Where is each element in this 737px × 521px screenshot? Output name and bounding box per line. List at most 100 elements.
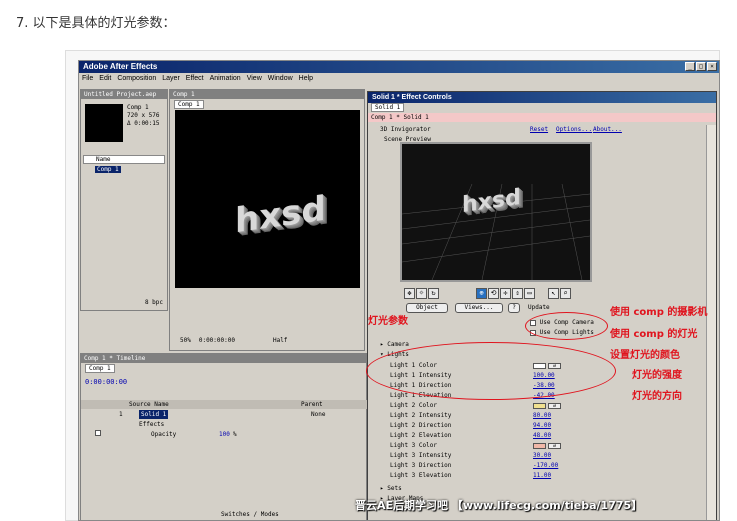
light-param-value[interactable]: 80.00 — [533, 411, 551, 421]
light-param-value[interactable]: 30.00 — [533, 451, 551, 461]
layer-name[interactable]: Solid 1 — [139, 410, 169, 419]
camera-group[interactable]: ▸ Camera — [368, 340, 409, 350]
light-param-row[interactable]: Light 2 Intensity 80.00 — [368, 411, 698, 421]
views-dropdown[interactable]: Views... — [455, 303, 503, 313]
camera-lights-ellipse — [525, 312, 608, 340]
effect-header-row: 3D Invigorator Reset Options... About... — [368, 125, 708, 135]
timeline-title: Comp 1 * Timeline — [81, 354, 366, 363]
color-swatch[interactable] — [533, 443, 546, 449]
resolution[interactable]: Half — [273, 336, 287, 346]
annotation-light-params: 灯光参数 — [368, 316, 408, 327]
arrow-tool-button[interactable]: ↖ — [548, 288, 559, 299]
sets-group[interactable]: ▸ Sets — [368, 484, 402, 494]
menubar: File Edit Composition Layer Effect Anima… — [79, 73, 719, 84]
comp-viewer[interactable]: hxsd — [175, 110, 360, 288]
col-parent[interactable]: Parent — [301, 400, 323, 409]
project-item-row[interactable]: Comp 1 — [83, 165, 165, 174]
menu-animation[interactable]: Animation — [210, 73, 241, 84]
frame-tool-button[interactable]: ▭ — [524, 288, 535, 299]
light-param-row[interactable]: Light 3 Direction -170.00 — [368, 461, 698, 471]
light-param-row[interactable]: Light 2 Color ⇄ — [368, 401, 698, 411]
zoom-level[interactable]: 50% — [180, 336, 191, 346]
comp-info: Comp 1 720 x 576 Δ 0:00:15 — [127, 104, 160, 128]
move-tool-button[interactable]: ✥ — [404, 288, 415, 299]
comp-thumbnail — [85, 104, 123, 142]
sun-tool-button[interactable]: ☼ — [416, 288, 427, 299]
options-link[interactable]: Options... — [556, 125, 592, 135]
app-window-buttons: _ □ × — [685, 62, 717, 71]
timeline-tab[interactable]: Comp 1 — [85, 364, 115, 373]
comp-panel-title: Comp 1 — [170, 90, 364, 99]
dolly-tool-button[interactable]: ⇕ — [512, 288, 523, 299]
app-title: Adobe After Effects — [83, 62, 158, 71]
color-swatch[interactable] — [533, 403, 546, 409]
light-param-row[interactable]: Light 3 Color ⇄ — [368, 441, 698, 451]
effect-controls-scrollbar[interactable] — [706, 125, 716, 520]
help-button[interactable]: ? — [508, 303, 520, 313]
comp-time[interactable]: 0:00:00:00 — [199, 336, 235, 346]
step-title: 7. 以下是具体的灯光参数： — [16, 16, 176, 31]
opacity-row[interactable]: Opacity 100 % — [81, 430, 368, 439]
opacity-label: Opacity — [151, 431, 177, 438]
object-dropdown[interactable]: Object — [406, 303, 448, 313]
after-effects-window: Adobe After Effects _ □ × File Edit Comp… — [78, 60, 720, 521]
eyedropper-icon[interactable]: ⇄ — [548, 443, 561, 449]
light-param-label: Light 3 Direction — [390, 462, 452, 469]
minimize-button[interactable]: _ — [685, 62, 695, 71]
app-titlebar: Adobe After Effects — [79, 61, 719, 73]
orbit-tool-button[interactable]: ⊕ — [476, 288, 487, 299]
pan-tool-button[interactable]: ✛ — [500, 288, 511, 299]
menu-edit[interactable]: Edit — [99, 73, 111, 84]
light-param-row[interactable]: Light 3 Elevation 11.00 — [368, 471, 698, 481]
opacity-unit: % — [233, 431, 237, 438]
light-param-row[interactable]: Light 2 Elevation 48.00 — [368, 431, 698, 441]
comp-info-size: 720 x 576 — [127, 112, 160, 119]
rotate-tool-button[interactable]: ↻ — [428, 288, 439, 299]
light-param-label: Light 3 Intensity — [390, 452, 452, 459]
close-button[interactable]: × — [707, 62, 717, 71]
light-param-row[interactable]: Light 2 Direction 94.00 — [368, 421, 698, 431]
layer-row[interactable]: 1 Solid 1 None — [81, 410, 368, 419]
comp-tab[interactable]: Comp 1 — [174, 100, 204, 109]
sets-label: Sets — [387, 485, 402, 492]
parent-value[interactable]: None — [311, 410, 325, 419]
lights-ellipse — [366, 342, 616, 400]
menu-help[interactable]: Help — [299, 73, 313, 84]
scene-preview-viewport[interactable]: hxsd — [400, 142, 592, 282]
light-param-value[interactable]: 11.00 — [533, 471, 551, 481]
maximize-button[interactable]: □ — [696, 62, 706, 71]
effect-controls-tab: Solid 1 — [368, 103, 716, 113]
eyedropper-icon[interactable]: ⇄ — [548, 403, 561, 409]
comp-panel: Comp 1 Comp 1 hxsd 50% 0:00:00:00 Half — [169, 89, 365, 351]
light-param-label: Light 2 Direction — [390, 422, 452, 429]
light-param-value[interactable]: -170.00 — [533, 461, 558, 471]
light-param-value[interactable]: 94.00 — [533, 421, 551, 431]
spin-tool-button[interactable]: ⟲ — [488, 288, 499, 299]
solid-tab[interactable]: Solid 1 — [371, 103, 405, 112]
opacity-value[interactable]: 100 — [219, 430, 230, 439]
bpc-label[interactable]: 8 bpc — [145, 299, 163, 306]
switches-modes[interactable]: Switches / Modes — [221, 510, 279, 519]
light-param-row[interactable]: Light 3 Intensity 30.00 — [368, 451, 698, 461]
effect-name[interactable]: 3D Invigorator — [380, 126, 431, 133]
about-link[interactable]: About... — [593, 125, 622, 135]
menu-view[interactable]: View — [247, 73, 262, 84]
camera-label: Camera — [387, 341, 409, 348]
menu-layer[interactable]: Layer — [162, 73, 180, 84]
menu-composition[interactable]: Composition — [117, 73, 156, 84]
opacity-checkbox[interactable] — [95, 430, 101, 436]
light-param-value[interactable]: 48.00 — [533, 431, 551, 441]
menu-file[interactable]: File — [82, 73, 93, 84]
annotation-color: 设置灯光的颜色 — [610, 350, 680, 361]
timeline-time[interactable]: 0:00:00:00 — [85, 378, 127, 386]
zoom-tool-button[interactable]: ⌕ — [560, 288, 571, 299]
col-source-name[interactable]: Source Name — [129, 400, 169, 409]
update-label[interactable]: Update — [528, 303, 550, 313]
timeline-header: Source Name Parent — [81, 400, 368, 409]
watermark: 晋云AE后期学习吧 【www.lifecg.com/tieba/1775】 — [355, 499, 643, 512]
project-column-header[interactable]: Name — [83, 155, 165, 164]
menu-window[interactable]: Window — [268, 73, 293, 84]
menu-effect[interactable]: Effect — [186, 73, 204, 84]
reset-link[interactable]: Reset — [530, 125, 548, 135]
light-param-label: Light 2 Intensity — [390, 412, 452, 419]
